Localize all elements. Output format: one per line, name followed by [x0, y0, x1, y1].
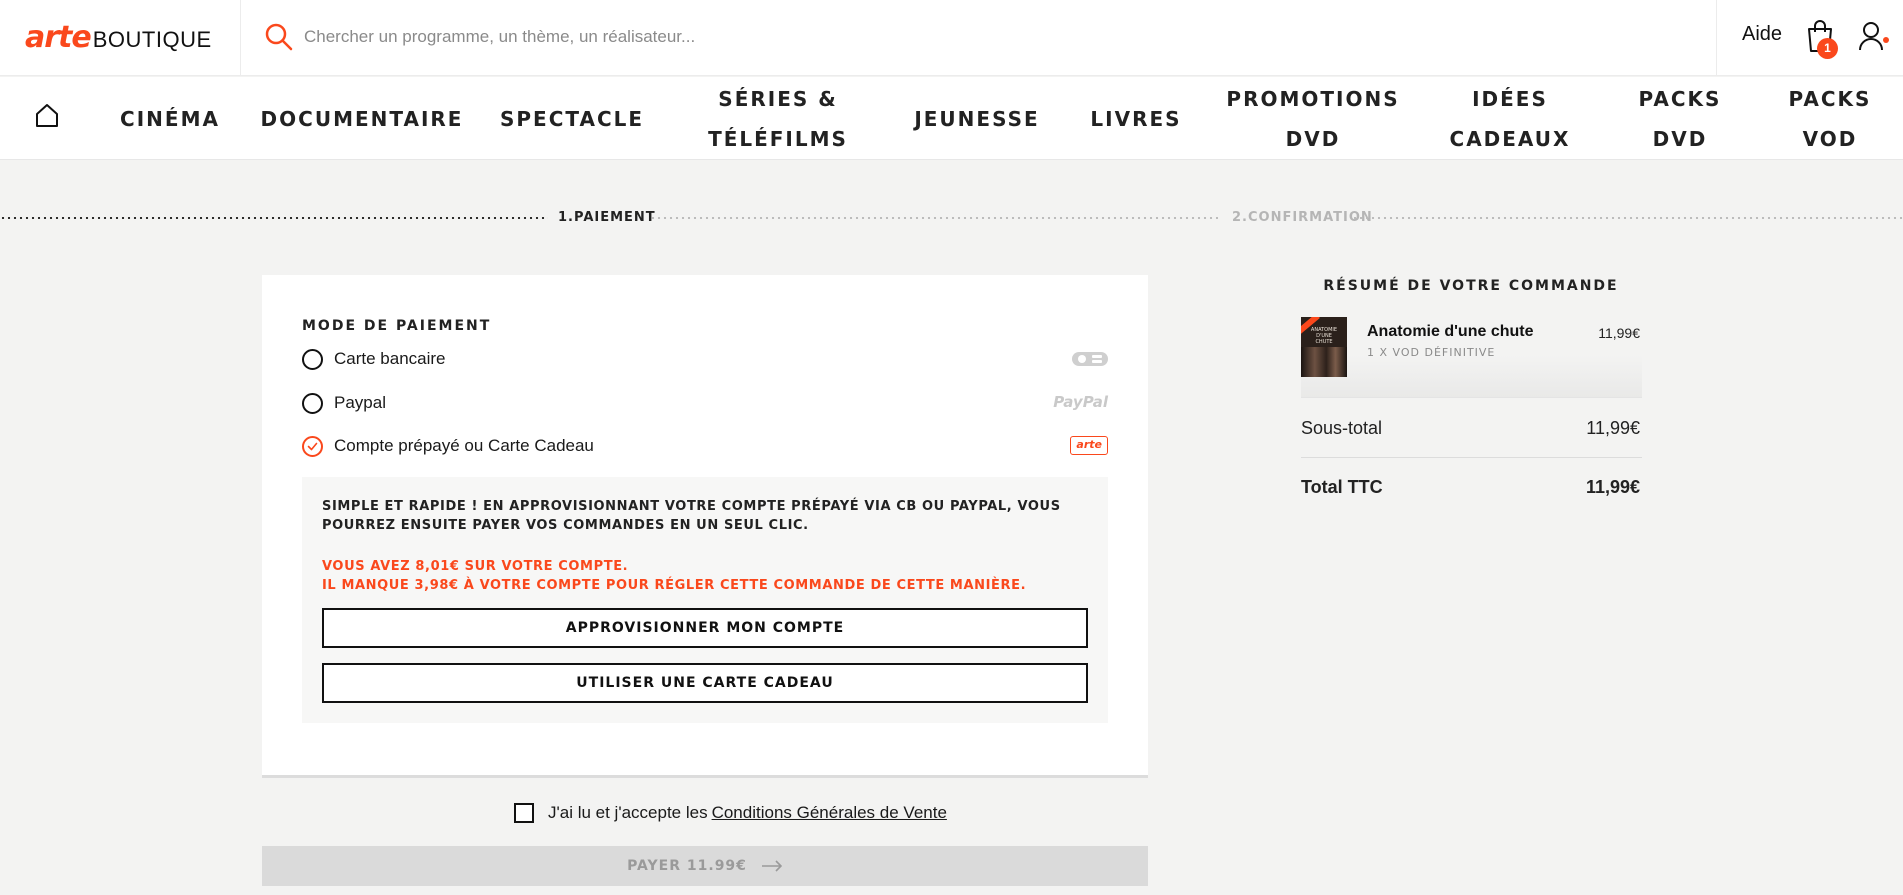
terms-acceptance: J'ai lu et j'accepte les Conditions Géné…	[514, 800, 947, 826]
pay-button[interactable]: PAYER 11.99€	[262, 846, 1148, 886]
prepaid-balance-warning: VOUS AVEZ 8,01€ SUR VOTRE COMPTE. IL MAN…	[322, 557, 1092, 595]
order-item-price: 11,99€	[1598, 325, 1640, 341]
step-payment: 1.PAIEMENT	[558, 210, 656, 225]
stepper-dots-pending	[650, 217, 1218, 219]
total-label: Total TTC	[1301, 477, 1383, 497]
user-notification-dot	[1883, 37, 1889, 43]
method-label: Paypal	[334, 393, 386, 412]
search-input[interactable]	[304, 20, 1704, 54]
search-icon[interactable]	[264, 22, 294, 52]
order-summary-title: RÉSUMÉ DE VOTRE COMMANDE	[1323, 278, 1619, 294]
payment-method-title: MODE DE PAIEMENT	[302, 318, 492, 334]
prepaid-description: SIMPLE ET RAPIDE ! EN APPROVISIONNANT VO…	[322, 499, 1061, 533]
balance-line: VOUS AVEZ 8,01€ SUR VOTRE COMPTE.	[322, 559, 629, 574]
home-icon[interactable]	[34, 102, 60, 128]
nav-item-spectacle[interactable]: SPECTACLE	[500, 77, 642, 160]
terms-text: J'ai lu et j'accepte les	[548, 803, 708, 822]
cart-count-badge: 1	[1817, 38, 1838, 59]
radio-paypal[interactable]	[302, 393, 323, 414]
order-item: ANATOMIE D'UNE CHUTE Anatomie d'une chut…	[1301, 317, 1642, 398]
nav-item-series-telefilms[interactable]: SÉRIES & TÉLÉFILMS	[708, 77, 848, 160]
cb-card-logo-icon	[1072, 352, 1108, 366]
subtotal-label: Sous-total	[1301, 418, 1383, 438]
order-item-title: Anatomie d'une chute	[1367, 323, 1534, 340]
header-divider	[240, 0, 241, 76]
subtotal-row: Sous-total 11,99€	[1301, 414, 1642, 444]
nav-item-documentaire[interactable]: DOCUMENTAIRE	[261, 77, 462, 160]
main-navigation: CINÉMA DOCUMENTAIRE SPECTACLE SÉRIES & T…	[0, 77, 1903, 160]
radio-compte-prepaye[interactable]	[302, 436, 323, 457]
method-paypal[interactable]: Paypal PayPal	[302, 389, 1108, 419]
logo-boutique-text: BOUTIQUE	[92, 27, 212, 52]
prepaid-account-panel: SIMPLE ET RAPIDE ! EN APPROVISIONNANT VO…	[302, 477, 1108, 723]
user-account-icon[interactable]	[1858, 20, 1888, 52]
header-divider-right	[1716, 0, 1717, 76]
checkout-stepper: 1.PAIEMENT 2.CONFIRMATION	[0, 206, 1903, 230]
thumbnail-image	[1301, 347, 1347, 377]
terms-checkbox[interactable]	[514, 803, 534, 823]
top-header: arte BOUTIQUE Aide 1	[0, 0, 1903, 76]
stepper-dots-pending-end	[1352, 217, 1903, 219]
thumbnail-title: ANATOMIE D'UNE CHUTE	[1310, 327, 1338, 345]
nav-item-idees-cadeaux[interactable]: IDÉES CADEAUX	[1448, 77, 1572, 160]
product-thumbnail[interactable]: ANATOMIE D'UNE CHUTE	[1301, 317, 1347, 377]
arte-logo-icon: arte	[1070, 436, 1108, 455]
method-carte-bancaire[interactable]: Carte bancaire	[302, 345, 1108, 375]
summary-divider	[1301, 457, 1642, 458]
nav-item-cinema[interactable]: CINÉMA	[118, 77, 222, 160]
logo-arte-text: arte	[25, 20, 92, 55]
nav-item-promotions-dvd[interactable]: PROMOTIONS DVD	[1226, 77, 1398, 160]
nav-item-livres[interactable]: LIVRES	[1090, 77, 1182, 160]
arte-boutique-logo[interactable]: arte BOUTIQUE	[25, 20, 212, 55]
total-value: 11,99€	[1585, 477, 1640, 497]
stepper-dots-active	[0, 217, 548, 219]
method-label: Carte bancaire	[334, 349, 446, 368]
terms-link[interactable]: Conditions Générales de Vente	[712, 803, 947, 823]
radio-carte-bancaire[interactable]	[302, 349, 323, 370]
nav-item-jeunesse[interactable]: JEUNESSE	[912, 77, 1042, 160]
topup-account-button[interactable]: APPROVISIONNER MON COMPTE	[322, 608, 1088, 648]
payment-method-card: MODE DE PAIEMENT Carte bancaire Paypal P…	[262, 275, 1148, 775]
paypal-logo-icon: PayPal	[1053, 393, 1108, 411]
method-label: Compte prépayé ou Carte Cadeau	[334, 436, 594, 455]
help-link[interactable]: Aide	[1742, 23, 1782, 46]
missing-amount-line: IL MANQUE 3,98€ À VOTRE COMPTE POUR RÉGL…	[322, 578, 1027, 593]
total-row: Total TTC 11,99€	[1301, 473, 1642, 503]
arrow-right-icon	[761, 860, 783, 872]
pay-button-label: PAYER 11.99€	[627, 858, 747, 874]
nav-item-packs-vod[interactable]: PACKS VOD	[1780, 77, 1880, 160]
nav-item-packs-dvd[interactable]: PACKS DVD	[1630, 77, 1730, 160]
use-gift-card-button[interactable]: UTILISER UNE CARTE CADEAU	[322, 663, 1088, 703]
order-item-subtitle: 1 X VOD DÉFINITIVE	[1367, 346, 1496, 359]
method-compte-prepaye[interactable]: Compte prépayé ou Carte Cadeau arte	[302, 432, 1108, 462]
subtotal-value: 11,99€	[1586, 418, 1640, 438]
